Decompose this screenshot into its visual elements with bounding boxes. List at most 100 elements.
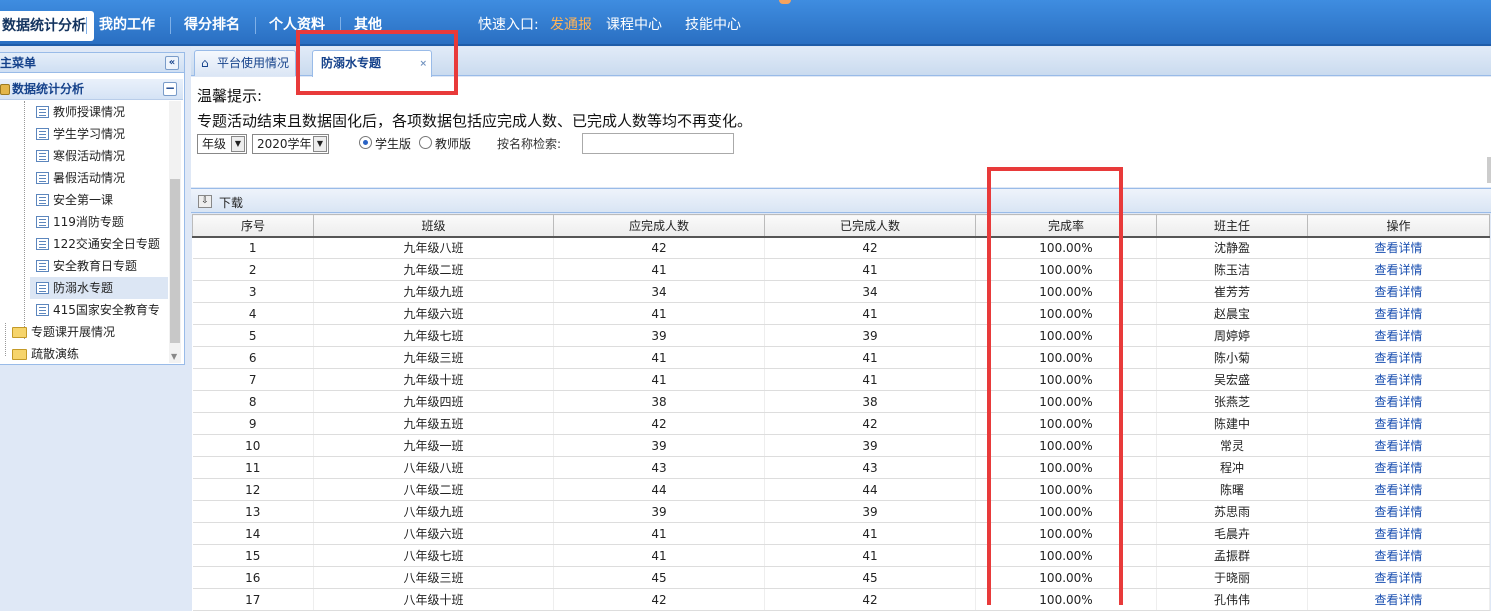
cell-expected-count: 42 <box>553 412 765 435</box>
view-details-link[interactable]: 查看详情 <box>1307 235 1490 259</box>
cell-head-teacher: 陈曙 <box>1156 478 1308 501</box>
sidebar-item-teacher-teaching[interactable]: 教师授课情况 <box>36 101 176 123</box>
quick-link-skill-center[interactable]: 技能中心 <box>685 12 741 38</box>
cell-index: 2 <box>192 258 314 281</box>
download-button[interactable]: 下载 <box>219 194 243 211</box>
grade-select[interactable]: 年级 ▼ <box>197 134 247 154</box>
cell-head-teacher: 苏思雨 <box>1156 500 1308 523</box>
cell-index: 8 <box>192 390 314 413</box>
cell-completed-count: 41 <box>764 346 976 369</box>
download-icon[interactable]: ⇩ <box>198 195 212 208</box>
view-details-link[interactable]: 查看详情 <box>1307 456 1490 479</box>
panel-resize-handle[interactable] <box>1487 157 1491 183</box>
sidebar-item-summer-activity[interactable]: 暑假活动情况 <box>36 167 176 189</box>
column-header-expected-count[interactable]: 应完成人数 <box>553 214 765 237</box>
view-details-link[interactable]: 查看详情 <box>1307 588 1490 611</box>
sidebar-item-traffic-122[interactable]: 122交通安全日专题 <box>36 233 176 255</box>
cell-class: 九年级九班 <box>313 280 554 303</box>
sidebar-item-label: 防溺水专题 <box>53 281 114 295</box>
view-details-link[interactable]: 查看详情 <box>1307 412 1490 435</box>
quick-link-notice[interactable]: 发通报 <box>550 12 592 38</box>
cell-index: 11 <box>192 456 314 479</box>
collapse-group-icon[interactable]: − <box>163 82 177 96</box>
sidebar-item-fire-119[interactable]: 119消防专题 <box>36 211 176 233</box>
cell-expected-count: 42 <box>553 588 765 611</box>
cell-head-teacher: 沈静盈 <box>1156 235 1308 259</box>
sidebar-folder-evacuation-drill[interactable]: 疏散演练 <box>12 343 172 365</box>
sidebar-item-national-security-415[interactable]: 415国家安全教育专 <box>36 299 166 321</box>
cell-expected-count: 44 <box>553 478 765 501</box>
view-details-link[interactable]: 查看详情 <box>1307 324 1490 347</box>
sidebar-scrollbar[interactable]: ▼ <box>169 101 181 363</box>
nav-item-score-ranking[interactable]: 得分排名 <box>184 12 240 38</box>
table-row: 14 八年级六班 41 41 100.00% 毛晨卉 查看详情 <box>192 522 1490 545</box>
cell-class: 八年级九班 <box>313 500 554 523</box>
search-input[interactable] <box>582 133 734 154</box>
sidebar-item-student-learning[interactable]: 学生学习情况 <box>36 123 176 145</box>
nav-item-my-work[interactable]: 我的工作 <box>99 12 155 38</box>
scrollbar-thumb[interactable] <box>170 179 180 343</box>
top-nav-bar: 数据统计分析 我的工作 得分排名 个人资料 其他 快速入口: 发通报 课程中心 … <box>0 0 1491 46</box>
document-icon <box>36 106 49 118</box>
tab-platform-usage[interactable]: ⌂ 平台使用情况 <box>194 50 296 76</box>
nav-divider <box>170 17 171 34</box>
sidebar-item-safety-education-day[interactable]: 安全教育日专题 <box>36 255 176 277</box>
sidebar-item-safety-first-lesson[interactable]: 安全第一课 <box>36 189 176 211</box>
student-version-radio[interactable] <box>359 136 372 149</box>
column-header-class[interactable]: 班级 <box>313 214 554 237</box>
class-completion-table: 序号 班级 应完成人数 已完成人数 完成率 班主任 操作 1 九年级八班 42 42 1… <box>192 214 1490 611</box>
view-details-link[interactable]: 查看详情 <box>1307 302 1490 325</box>
view-details-link[interactable]: 查看详情 <box>1307 258 1490 281</box>
sidebar-title: 主菜单 <box>0 56 37 70</box>
view-details-link[interactable]: 查看详情 <box>1307 478 1490 501</box>
table-row: 13 八年级九班 39 39 100.00% 苏思雨 查看详情 <box>192 500 1490 523</box>
view-details-link[interactable]: 查看详情 <box>1307 346 1490 369</box>
view-details-link[interactable]: 查看详情 <box>1307 280 1490 303</box>
collapse-sidebar-icon[interactable]: « <box>165 56 179 70</box>
quick-link-course-center[interactable]: 课程中心 <box>606 12 662 38</box>
view-details-link[interactable]: 查看详情 <box>1307 522 1490 545</box>
table-row: 8 九年级四班 38 38 100.00% 张燕芝 查看详情 <box>192 390 1490 413</box>
scroll-down-arrow-icon[interactable]: ▼ <box>171 352 177 361</box>
table-row: 12 八年级二班 44 44 100.00% 陈曙 查看详情 <box>192 478 1490 501</box>
column-header-index[interactable]: 序号 <box>192 214 314 237</box>
nav-divider <box>86 17 87 34</box>
cell-completed-count: 45 <box>764 566 976 589</box>
column-header-actions[interactable]: 操作 <box>1307 214 1490 237</box>
column-header-head-teacher[interactable]: 班主任 <box>1156 214 1308 237</box>
sidebar-item-label: 安全教育日专题 <box>53 259 138 273</box>
view-details-link[interactable]: 查看详情 <box>1307 566 1490 589</box>
view-details-link[interactable]: 查看详情 <box>1307 368 1490 391</box>
view-details-link[interactable]: 查看详情 <box>1307 434 1490 457</box>
sidebar-group-data-statistics[interactable]: 数据统计分析 − <box>0 79 183 100</box>
nav-divider <box>255 17 256 34</box>
cell-head-teacher: 常灵 <box>1156 434 1308 457</box>
cell-expected-count: 41 <box>553 522 765 545</box>
teacher-version-radio[interactable] <box>419 136 432 149</box>
student-version-label: 学生版 <box>375 137 412 151</box>
sidebar-item-winter-activity[interactable]: 寒假活动情况 <box>36 145 176 167</box>
year-select[interactable]: 2020学年 ▼ <box>252 134 329 154</box>
document-icon <box>36 216 49 228</box>
sidebar-item-drowning-prevention[interactable]: 防溺水专题 <box>30 277 168 299</box>
sidebar-folder-topic-lessons[interactable]: 专题课开展情况 <box>12 321 172 343</box>
sidebar-item-label: 暑假活动情况 <box>53 171 126 185</box>
dropdown-arrow-icon: ▼ <box>313 136 327 152</box>
document-icon <box>36 150 49 162</box>
cell-expected-count: 42 <box>553 235 765 259</box>
view-details-link[interactable]: 查看详情 <box>1307 390 1490 413</box>
column-header-completed-count[interactable]: 已完成人数 <box>764 214 976 237</box>
quick-access-label: 快速入口: <box>478 17 539 33</box>
top-edge-marker <box>779 0 791 4</box>
table-row: 6 九年级三班 41 41 100.00% 陈小菊 查看详情 <box>192 346 1490 369</box>
tab-label: 平台使用情况 <box>217 56 290 70</box>
cell-head-teacher: 崔芳芳 <box>1156 280 1308 303</box>
view-details-link[interactable]: 查看详情 <box>1307 544 1490 567</box>
cell-expected-count: 45 <box>553 566 765 589</box>
cell-class: 九年级六班 <box>313 302 554 325</box>
nav-item-data-statistics[interactable]: 数据统计分析 <box>0 11 94 41</box>
folder-icon <box>12 349 27 360</box>
cell-expected-count: 41 <box>553 258 765 281</box>
view-details-link[interactable]: 查看详情 <box>1307 500 1490 523</box>
table-row: 7 九年级十班 41 41 100.00% 吴宏盛 查看详情 <box>192 368 1490 391</box>
